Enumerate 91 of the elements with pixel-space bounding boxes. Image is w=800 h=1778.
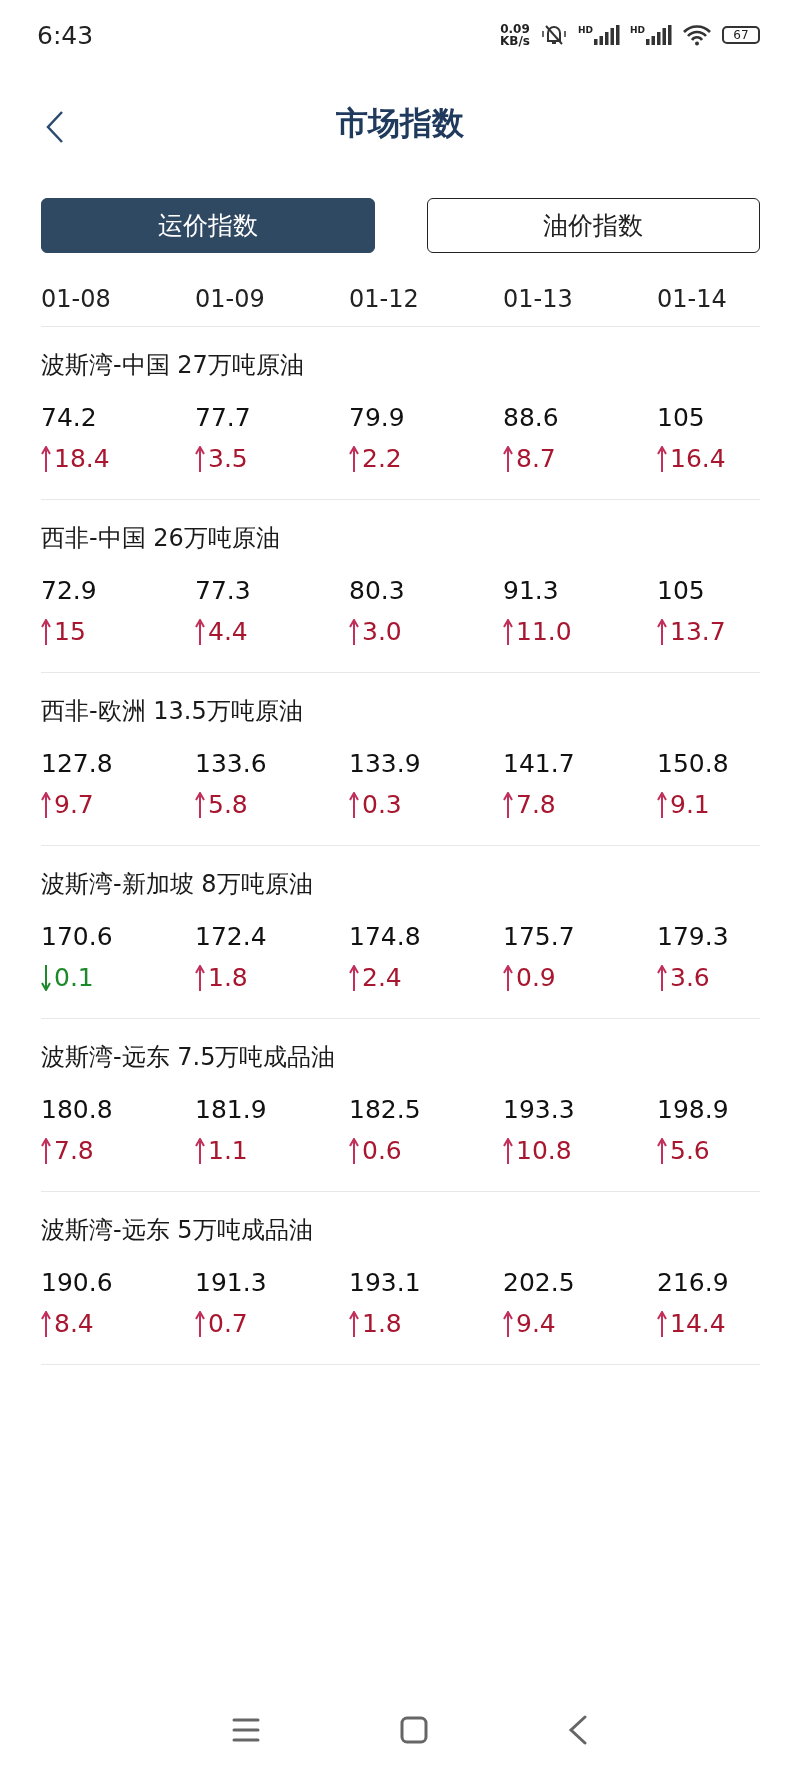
route-name: 波斯湾-远东 5万吨成品油 [41,1215,314,1246]
signal-bars-icon [594,25,620,45]
date-column-header: 01-14 [657,285,728,313]
index-value: 182.5 [349,1095,422,1125]
network-speed: 0.09 [500,23,530,35]
index-change: 9.1 [670,790,710,820]
date-column-header: 01-13 [503,285,574,313]
index-change: 14.4 [670,1309,726,1339]
index-change: 18.4 [54,444,110,474]
index-change: 0.6 [362,1136,402,1166]
route-name: 西非-欧洲 13.5万吨原油 [41,696,304,727]
index-value: 202.5 [503,1268,576,1298]
index-change: 1.8 [208,963,248,993]
index-value: 170.6 [41,922,114,952]
tab[interactable]: 油价指数 [426,198,760,253]
index-change: 0.7 [208,1309,248,1339]
index-value: 190.6 [41,1268,114,1298]
index-value: 72.9 [41,576,98,606]
date-column-header: 01-12 [349,285,420,313]
index-value: 193.3 [503,1095,576,1125]
tab[interactable]: 运价指数 [41,198,375,253]
index-value: 105 [657,576,706,606]
index-value: 127.8 [41,749,114,779]
index-change: 2.4 [362,963,402,993]
network-type-label: HD [577,25,593,35]
index-change: 0.1 [54,963,94,993]
index-change: 7.8 [516,790,556,820]
index-change: 3.6 [670,963,710,993]
index-change: 11.0 [516,617,572,647]
index-change: 13.7 [670,617,726,647]
index-value: 181.9 [195,1095,268,1125]
menu-icon [232,1717,260,1743]
muted-bell-icon [539,23,568,47]
home-button[interactable] [400,1716,428,1744]
index-change: 9.7 [54,790,94,820]
index-value: 193.1 [349,1268,422,1298]
index-change: 3.5 [208,444,248,474]
wifi-icon [682,24,712,46]
index-value: 79.9 [349,403,406,433]
date-column-header: 01-09 [195,285,266,313]
index-change: 9.4 [516,1309,556,1339]
index-value: 179.3 [657,922,730,952]
index-value: 191.3 [195,1268,268,1298]
index-value: 175.7 [503,922,576,952]
index-value: 150.8 [657,749,730,779]
index-change: 3.0 [362,617,402,647]
index-value: 80.3 [349,576,406,606]
index-value: 77.3 [195,576,252,606]
signal-bars-icon [646,25,672,45]
index-value: 141.7 [503,749,576,779]
network-speed-unit: KB/s [500,35,530,47]
index-value: 77.7 [195,403,252,433]
index-value: 133.6 [195,749,268,779]
route-name: 波斯湾-中国 27万吨原油 [41,350,305,381]
index-change: 0.3 [362,790,402,820]
index-change: 8.7 [516,444,556,474]
index-change: 15 [54,617,86,647]
index-change: 8.4 [54,1309,94,1339]
page-title: 市场指数 [336,102,464,144]
clock-time: 6:43 [37,20,95,50]
index-value: 88.6 [503,403,560,433]
index-change: 1.8 [362,1309,402,1339]
back-button[interactable] [568,1715,588,1745]
route-name: 西非-中国 26万吨原油 [41,523,281,554]
network-type-label: HD [630,25,645,35]
index-value: 174.8 [349,922,422,952]
index-value: 216.9 [657,1268,730,1298]
date-column-header: 01-08 [41,285,112,313]
index-change: 0.9 [516,963,556,993]
index-value: 74.2 [41,403,98,433]
battery-level: 67 [722,26,760,44]
index-value: 180.8 [41,1095,114,1125]
index-value: 133.9 [349,749,422,779]
index-value: 105 [657,403,706,433]
index-change: 7.8 [54,1136,94,1166]
route-name: 波斯湾-远东 7.5万吨成品油 [41,1042,337,1073]
square-icon [400,1716,428,1744]
back-chevron-icon [568,1715,588,1745]
index-change: 4.4 [208,617,248,647]
index-value: 172.4 [195,922,268,952]
menu-button[interactable] [232,1717,260,1743]
back-chevron-icon [44,110,66,144]
index-change: 1.1 [208,1136,248,1166]
index-change: 5.8 [208,790,248,820]
index-value: 198.9 [657,1095,730,1125]
index-change: 2.2 [362,444,402,474]
index-change: 5.6 [670,1136,710,1166]
index-change: 10.8 [516,1136,572,1166]
index-value: 91.3 [503,576,560,606]
index-change: 16.4 [670,444,726,474]
route-name: 波斯湾-新加坡 8万吨原油 [41,869,314,900]
